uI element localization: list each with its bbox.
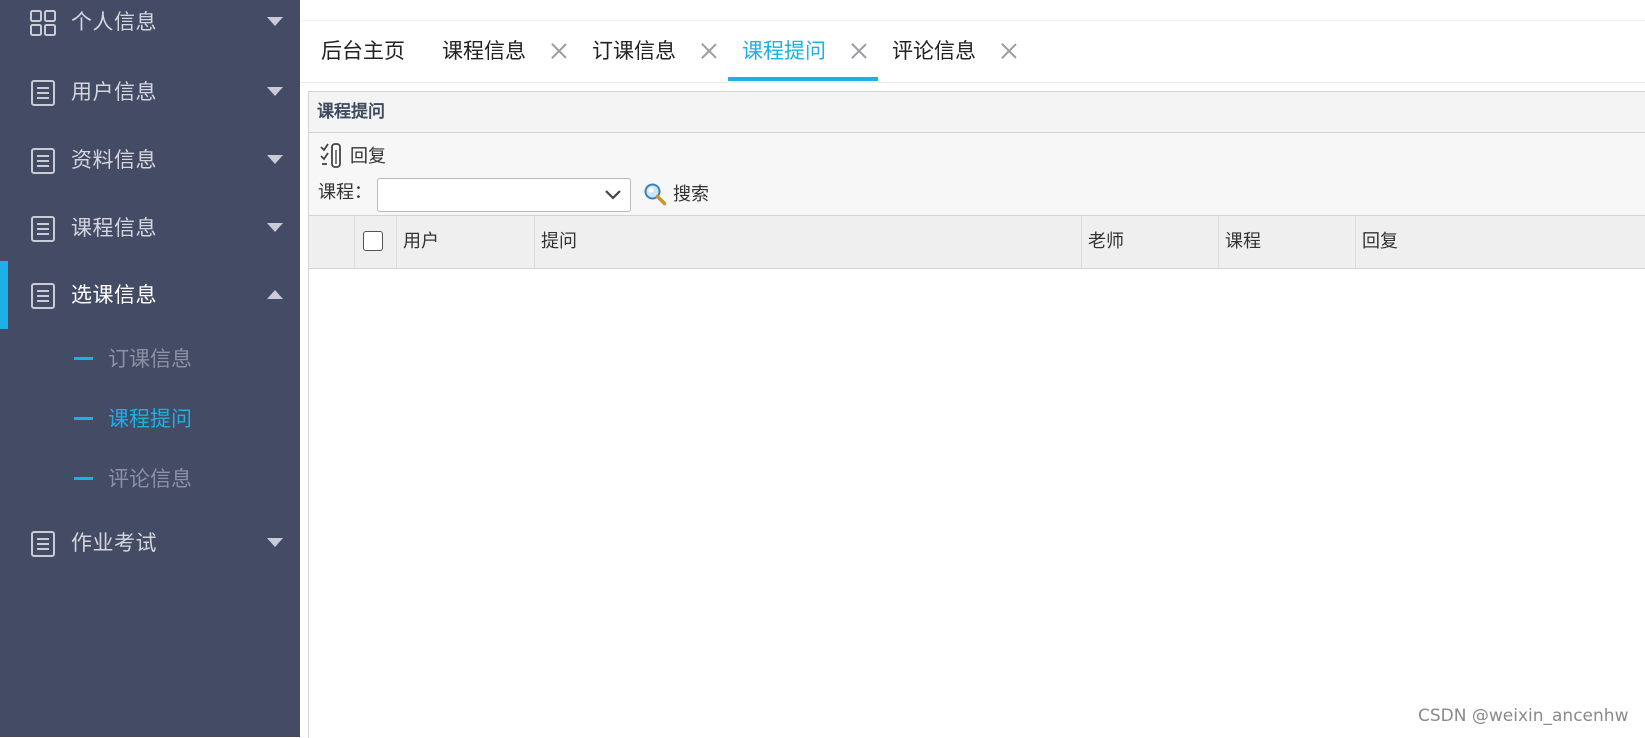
grid-icon (30, 10, 56, 36)
grid-header: 用户 提问 老师 课程 回复 (309, 216, 1645, 269)
caret-up-icon (267, 290, 283, 299)
toolbar: 回复 课程： 搜索 (309, 133, 1645, 216)
sidebar-item-material-info[interactable]: 资料信息 (0, 126, 300, 194)
caret-down-icon (267, 87, 283, 96)
search-icon (644, 183, 667, 206)
tab-bar: 后台主页 课程信息 订课信息 课程提问 评论信息 (300, 21, 1645, 83)
column-header-user[interactable]: 用户 (397, 216, 535, 268)
dash-icon (74, 477, 93, 480)
reply-button-label: 回复 (350, 146, 386, 167)
edit-list-icon (320, 143, 341, 168)
tab-label: 订课信息 (592, 39, 676, 63)
watermark: CSDN @weixin_ancenhw (1418, 706, 1629, 726)
content-panel: 课程提问 回复 课程： 搜索 用户 提问 老师 课程 回复 (308, 91, 1645, 738)
sidebar-subitem-course-questions[interactable]: 课程提问 (0, 389, 300, 449)
caret-down-icon (267, 223, 283, 232)
sidebar-item-personal-info[interactable]: 个人信息 (0, 0, 300, 56)
sidebar-subitem-label: 订课信息 (108, 347, 192, 371)
sidebar-subitem-order-info[interactable]: 订课信息 (0, 329, 300, 389)
tab-label: 课程信息 (442, 39, 526, 63)
dash-icon (74, 357, 93, 360)
document-icon (31, 283, 55, 309)
sidebar-item-label: 选课信息 (71, 283, 157, 307)
caret-down-icon (267, 17, 283, 26)
close-icon[interactable] (549, 41, 569, 61)
tab-label: 课程提问 (742, 39, 826, 63)
caret-down-icon (267, 538, 283, 547)
chevron-down-icon (605, 190, 621, 200)
select-all-header (355, 216, 397, 268)
column-header-course[interactable]: 课程 (1219, 216, 1356, 268)
document-icon (31, 216, 55, 242)
close-icon[interactable] (699, 41, 719, 61)
document-icon (31, 148, 55, 174)
column-header-label: 课程 (1225, 231, 1261, 252)
tab-label: 后台主页 (321, 39, 405, 63)
document-icon (31, 80, 55, 106)
column-header-teacher[interactable]: 老师 (1082, 216, 1219, 268)
column-header-label: 老师 (1088, 231, 1124, 252)
sidebar-item-course-selection[interactable]: 选课信息 (0, 261, 300, 329)
panel-title: 课程提问 (317, 102, 385, 122)
select-all-checkbox[interactable] (363, 231, 383, 251)
column-header-label: 用户 (403, 231, 439, 252)
sidebar-subitem-comment-info[interactable]: 评论信息 (0, 449, 300, 509)
sidebar-subitem-label: 评论信息 (108, 467, 192, 491)
sidebar-item-course-info[interactable]: 课程信息 (0, 194, 300, 262)
row-number-header (309, 216, 355, 268)
sidebar-item-user-info[interactable]: 用户信息 (0, 58, 300, 126)
tab-label: 评论信息 (892, 39, 976, 63)
search-button-label: 搜索 (673, 184, 709, 205)
close-icon[interactable] (999, 41, 1019, 61)
sidebar-item-label: 用户信息 (71, 80, 157, 104)
sidebar-item-label: 个人信息 (71, 10, 157, 34)
column-header-label: 提问 (541, 231, 577, 252)
dash-icon (74, 417, 93, 420)
course-select[interactable] (377, 178, 631, 212)
panel-header: 课程提问 (309, 92, 1645, 133)
active-indicator (0, 261, 8, 329)
sidebar-item-homework-exam[interactable]: 作业考试 (0, 509, 300, 577)
sidebar: 个人信息 用户信息 资料信息 课程信息 选课信息 订课信息 课程提问 评论信息 … (0, 0, 300, 737)
sidebar-item-label: 资料信息 (71, 148, 157, 172)
sidebar-subitem-label: 课程提问 (108, 407, 192, 431)
document-icon (31, 531, 55, 557)
column-header-reply[interactable]: 回复 (1356, 216, 1645, 268)
caret-down-icon (267, 155, 283, 164)
column-header-question[interactable]: 提问 (535, 216, 1082, 268)
course-filter-label: 课程： (318, 182, 372, 203)
sidebar-item-label: 作业考试 (71, 531, 157, 555)
column-header-label: 回复 (1362, 231, 1398, 252)
sidebar-item-label: 课程信息 (71, 216, 157, 240)
active-tab-underline (728, 77, 878, 81)
close-icon[interactable] (849, 41, 869, 61)
